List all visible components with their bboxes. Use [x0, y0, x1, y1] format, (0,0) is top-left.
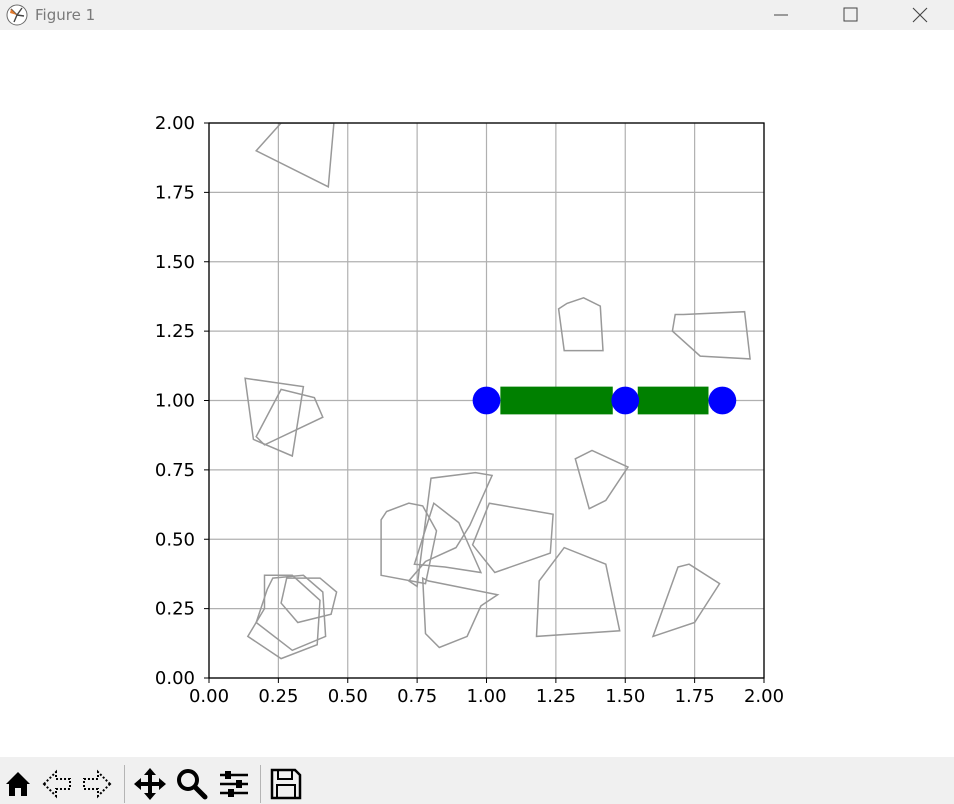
configure-subplots-icon[interactable]: [216, 766, 252, 802]
y-tick-label: 1.50: [155, 252, 195, 273]
home-icon[interactable]: [2, 766, 38, 802]
arm-link-bar: [500, 386, 613, 415]
x-tick-label: 1.75: [675, 686, 715, 707]
save-floppy-icon[interactable]: [268, 766, 304, 802]
obstacle-polygon: [244, 377, 305, 458]
obstacle-polygon: [255, 388, 324, 446]
y-tick-label: 0.75: [155, 460, 195, 481]
obstacle-polygon: [535, 546, 621, 638]
y-tick-label: 0.00: [155, 668, 195, 689]
maximize-button[interactable]: [827, 0, 873, 30]
pan-move-icon[interactable]: [132, 766, 168, 802]
navigation-toolbar: [0, 757, 954, 804]
close-button[interactable]: [897, 0, 943, 30]
obstacle-polygon: [380, 502, 438, 585]
arm-link-bar: [637, 386, 709, 415]
zoom-magnifier-icon[interactable]: [174, 766, 210, 802]
matplotlib-logo-icon: [6, 4, 28, 26]
window-title: Figure 1: [35, 6, 96, 24]
obstacle-polygon: [471, 502, 554, 574]
toolbar-separator: [124, 765, 125, 803]
y-tick-label: 0.50: [155, 529, 195, 550]
obstacle-polygon: [255, 574, 327, 652]
arm-joint-point: [611, 386, 640, 415]
y-tick-label: 2.00: [155, 113, 195, 134]
plot-area[interactable]: 0.00 0.25 0.50 0.75 1.00 1.25 1.50 1.75 2.00 0.00…: [0, 30, 954, 757]
x-tick-label: 1.50: [605, 686, 645, 707]
x-tick-label: 0.25: [258, 686, 298, 707]
toolbar-separator: [260, 765, 261, 803]
arm-joint-point: [708, 386, 737, 415]
obstacle-polygon: [574, 449, 630, 510]
arm-joint-point: [472, 386, 501, 415]
y-tick-label: 1.75: [155, 182, 195, 203]
minimize-button[interactable]: [757, 0, 803, 30]
obstacle-polygon: [671, 310, 751, 360]
y-tick-label: 1.00: [155, 391, 195, 412]
forward-arrow-icon[interactable]: [78, 766, 114, 802]
x-tick-label: 0.75: [397, 686, 437, 707]
obstacle-polygon: [557, 296, 604, 352]
y-tick-label: 0.25: [155, 599, 195, 620]
x-tick-label: 1.00: [466, 686, 506, 707]
obstacle-polygon: [651, 563, 721, 638]
back-arrow-icon[interactable]: [40, 766, 76, 802]
title-bar: Figure 1: [0, 0, 954, 30]
x-tick-label: 0.00: [189, 686, 229, 707]
obstacle-polygon: [254, 123, 335, 188]
y-tick-label: 1.25: [155, 321, 195, 342]
obstacle-polygon: [280, 577, 338, 624]
x-tick-label: 2.00: [744, 686, 784, 707]
figure-canvas[interactable]: 0.00 0.25 0.50 0.75 1.00 1.25 1.50 1.75 2.00 0.00…: [0, 30, 954, 757]
x-tick-label: 0.50: [328, 686, 368, 707]
x-tick-label: 1.25: [536, 686, 576, 707]
